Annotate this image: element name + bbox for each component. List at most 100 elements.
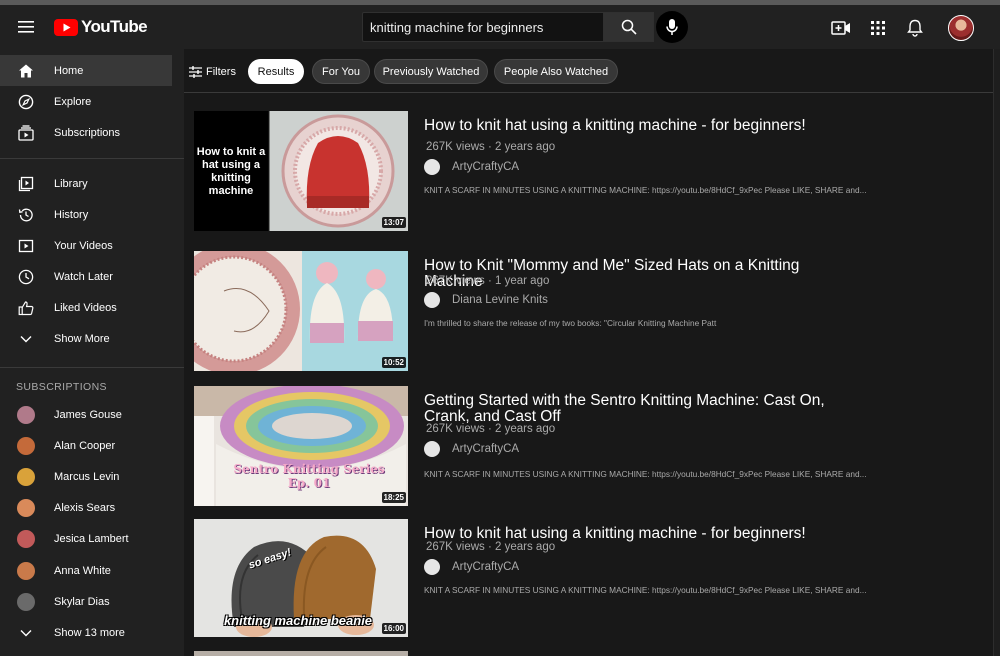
library-icon [17, 175, 35, 193]
top-header: YouTube [0, 5, 1000, 49]
subscription-name: James Gouse [54, 408, 122, 421]
filters-label: Filters [206, 66, 236, 78]
channel-avatar [424, 559, 440, 575]
sidebar-item-subscriptions[interactable]: Subscriptions [0, 117, 172, 148]
video-result[interactable]: so easy! knitting machine beanie 16:00 H… [194, 519, 954, 641]
sidebar-item-liked-videos[interactable]: Liked Videos [0, 292, 172, 323]
next-video-thumbnail[interactable] [194, 651, 408, 656]
your-videos-icon [17, 237, 35, 255]
avatar [17, 436, 35, 455]
logo-text: YouTube [81, 17, 148, 36]
video-thumbnail[interactable]: How to knit a hat using a knitting machi… [194, 111, 408, 231]
thumbnail-caption: Sentro Knitting Series Ep. 01 [233, 462, 385, 490]
show-more-label: Show 13 more [54, 626, 125, 639]
video-meta: 267K views · 1 year ago [426, 275, 550, 287]
scrollbar[interactable] [993, 49, 1000, 656]
subscription-name: Anna White [54, 564, 111, 577]
channel-avatar [424, 292, 440, 308]
video-title[interactable]: How to knit hat using a knitting machine… [424, 526, 844, 542]
search-button[interactable] [604, 12, 654, 42]
avatar [17, 405, 35, 424]
home-icon [17, 62, 35, 80]
clock-icon [17, 268, 35, 286]
avatar [17, 561, 35, 580]
channel-avatar [424, 159, 440, 175]
channel-link[interactable]: Diana Levine Knits [424, 291, 548, 309]
sidebar-item-show-more[interactable]: Show More [0, 323, 172, 354]
bell-icon[interactable] [904, 17, 926, 39]
sidebar-item-watch-later[interactable]: Watch Later [0, 261, 172, 292]
channel-link[interactable]: ArtyCraftyCA [424, 440, 519, 458]
subscription-name: Skylar Dias [54, 595, 110, 608]
sidebar-item-your-videos[interactable]: Your Videos [0, 230, 172, 261]
video-title[interactable]: How to knit hat using a knitting machine… [424, 118, 844, 134]
subscription-name: Jesica Lambert [54, 532, 129, 545]
subscription-item[interactable]: Jesica Lambert [0, 523, 172, 554]
sidebar-item-label: Explore [54, 95, 92, 108]
thumbnail-caption: knitting machine beanie [223, 613, 373, 628]
video-result[interactable]: 10:52 How to Knit "Mommy and Me" Sized H… [194, 251, 954, 373]
video-result[interactable]: Sentro Knitting Series Ep. 01 18:25 Gett… [194, 386, 954, 508]
video-title[interactable]: Getting Started with the Sentro Knitting… [424, 393, 844, 425]
subscription-item[interactable]: Skylar Dias [0, 586, 172, 617]
subscription-item[interactable]: James Gouse [0, 399, 172, 430]
video-thumbnail[interactable]: 10:52 [194, 251, 408, 371]
chip-for-you[interactable]: For You [312, 59, 370, 84]
video-result[interactable]: How to knit a hat using a knitting machi… [194, 111, 954, 233]
video-duration: 16:00 [381, 623, 406, 634]
microphone-icon [666, 19, 678, 35]
channel-link[interactable]: ArtyCraftyCA [424, 158, 519, 176]
subscription-name: Marcus Levin [54, 470, 120, 483]
subscription-item[interactable]: Marcus Levin [0, 461, 172, 492]
chevron-down-icon [17, 624, 35, 642]
history-icon [17, 206, 35, 224]
search-input[interactable] [362, 12, 604, 42]
apps-grid-icon[interactable] [867, 17, 889, 39]
chevron-down-icon [17, 330, 35, 348]
create-video-icon[interactable] [830, 17, 852, 39]
video-meta: 267K views · 2 years ago [426, 423, 556, 435]
subscription-name: Alan Cooper [54, 439, 116, 452]
sidebar-item-explore[interactable]: Explore [0, 86, 172, 117]
video-duration: 18:25 [381, 492, 406, 503]
video-thumbnail[interactable]: so easy! knitting machine beanie 16:00 [194, 519, 408, 637]
account-avatar[interactable] [948, 15, 974, 41]
youtube-logo[interactable]: YouTube [54, 16, 148, 38]
video-thumbnail[interactable]: Sentro Knitting Series Ep. 01 18:25 [194, 386, 408, 506]
voice-search-button[interactable] [656, 11, 688, 43]
filter-chips-bar: Filters Results For You Previously Watch… [184, 49, 994, 93]
subscription-item[interactable]: Alan Cooper [0, 430, 172, 461]
sidebar-item-label: Library [54, 177, 88, 190]
video-meta: 267K views · 2 years ago [426, 141, 556, 153]
sidebar-divider [0, 367, 184, 368]
show-more-subscriptions[interactable]: Show 13 more [0, 617, 172, 648]
sidebar-item-library[interactable]: Library [0, 168, 172, 199]
sidebar-item-label: History [54, 208, 89, 221]
sidebar-item-home[interactable]: Home [0, 55, 172, 86]
chip-people-also-watched[interactable]: People Also Watched [494, 59, 618, 84]
channel-link[interactable]: ArtyCraftyCA [424, 558, 519, 576]
video-description: KNIT A SCARF IN MINUTES USING A KNITTING… [424, 585, 867, 595]
sliders-icon [189, 66, 202, 78]
sidebar-item-label: Watch Later [54, 270, 113, 283]
video-duration: 13:07 [381, 217, 406, 228]
chip-previously-watched[interactable]: Previously Watched [374, 59, 488, 84]
sidebar-item-history[interactable]: History [0, 199, 172, 230]
video-meta: 267K views · 2 years ago [426, 541, 556, 553]
compass-icon [17, 93, 35, 111]
channel-avatar [424, 441, 440, 457]
subscription-item[interactable]: Anna White [0, 555, 172, 586]
chip-results[interactable]: Results [248, 59, 304, 84]
filters-button[interactable]: Filters [189, 60, 236, 84]
search-icon [621, 19, 637, 35]
sidebar-item-label: Your Videos [54, 239, 113, 252]
menu-icon[interactable] [14, 16, 38, 38]
subscription-name: Alexis Sears [54, 501, 116, 514]
sidebar-item-label: Liked Videos [54, 301, 117, 314]
thumbs-up-icon [17, 299, 35, 317]
subscriptions-heading: SUBSCRIPTIONS [16, 381, 107, 393]
avatar [17, 529, 35, 548]
subscription-item[interactable]: Alexis Sears [0, 492, 172, 523]
search-results: Filters Results For You Previously Watch… [184, 49, 1000, 656]
channel-name: Diana Levine Knits [452, 294, 548, 306]
